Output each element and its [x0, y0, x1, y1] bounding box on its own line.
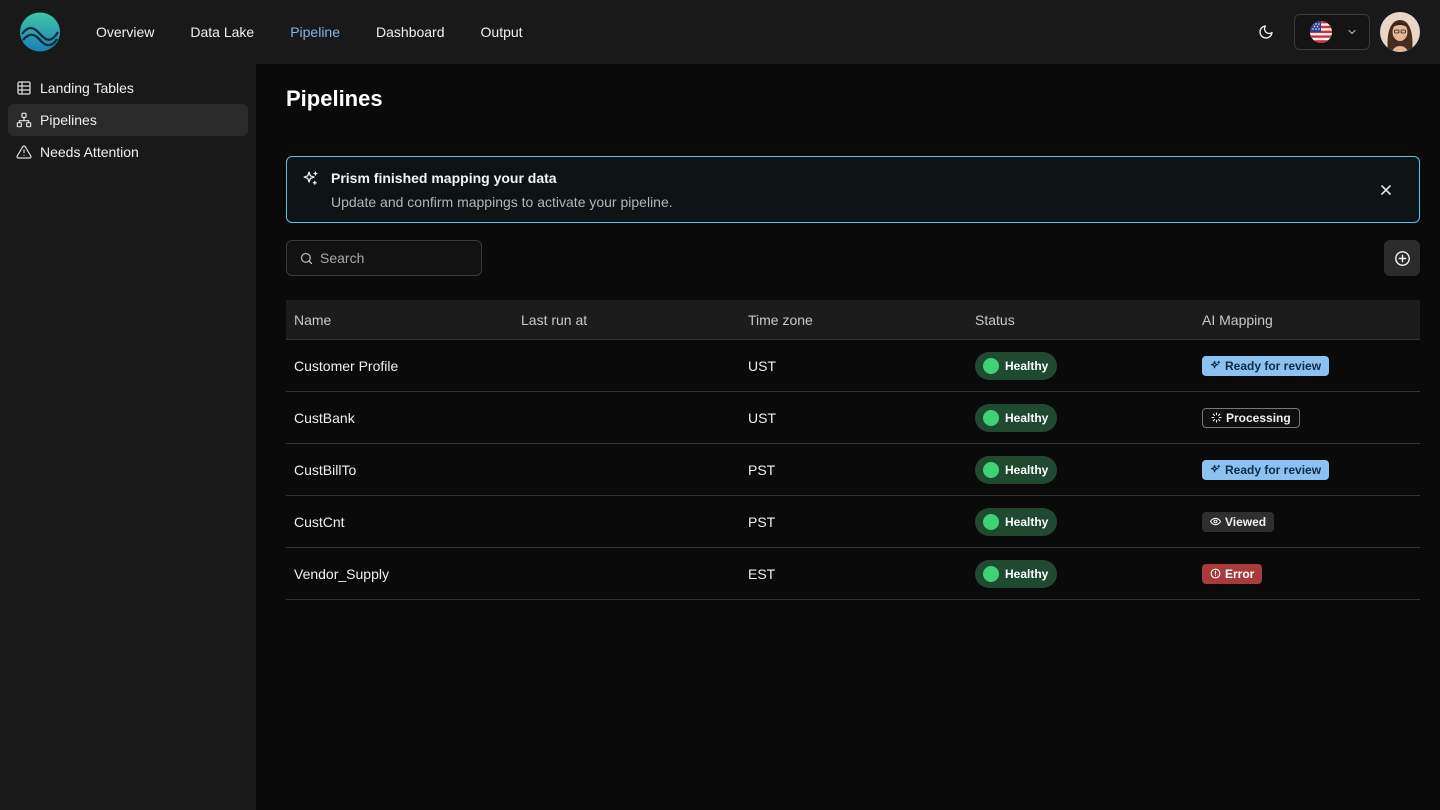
main-content: Pipelines Prism finished mapping your da… [256, 64, 1440, 810]
status-label: Healthy [1005, 410, 1049, 425]
ai-mapping-label: Ready for review [1225, 358, 1322, 373]
status-label: Healthy [1005, 358, 1049, 373]
status-dot-icon [983, 357, 999, 374]
table-row[interactable]: CustCnt PST Healthy Viewed [286, 496, 1420, 548]
ai-mapping-badge[interactable]: Ready for review [1202, 355, 1330, 376]
sidebar-item-needs-attention[interactable]: Needs Attention [8, 136, 248, 168]
language-select[interactable] [1294, 14, 1370, 50]
sparkles-icon [1210, 464, 1221, 473]
banner-subtitle: Update and confirm mappings to activate … [331, 194, 673, 210]
top-bar: Overview Data Lake Pipeline Dashboard Ou… [0, 0, 1440, 64]
alert-circle-icon [1210, 568, 1221, 579]
plus-circle-icon [1394, 250, 1410, 266]
table-header: Name Last run at Time zone Status AI Map… [286, 300, 1420, 340]
add-pipeline-button[interactable] [1384, 240, 1420, 276]
main-nav: Overview Data Lake Pipeline Dashboard Ou… [96, 0, 523, 64]
search-icon [300, 252, 313, 264]
theme-toggle-button[interactable] [1254, 20, 1278, 44]
table-icon [17, 81, 31, 95]
status-label: Healthy [1005, 514, 1049, 529]
page-title: Pipelines [286, 86, 383, 111]
ai-mapping-label: Error [1225, 566, 1255, 581]
chevron-down-icon [1348, 29, 1356, 35]
moon-icon [1259, 25, 1273, 39]
ai-mapping-label: Processing [1226, 410, 1291, 425]
banner-title: Prism finished mapping your data [331, 170, 557, 186]
table-row[interactable]: Customer Profile UST Healthy Ready for r… [286, 340, 1420, 392]
notification-banner: Prism finished mapping your data Update … [286, 156, 1420, 223]
ai-mapping-badge[interactable]: Ready for review [1202, 459, 1330, 480]
status-badge: Healthy [975, 559, 1058, 588]
network-icon [16, 112, 32, 128]
sidebar-item-landing-tables[interactable]: Landing Tables [8, 72, 248, 104]
sidebar-item-label: Needs Attention [40, 144, 139, 160]
time-zone: UST [748, 357, 776, 374]
time-zone: EST [748, 565, 776, 582]
column-header-ai-mapping[interactable]: AI Mapping [1194, 312, 1420, 328]
ai-mapping-label: Ready for review [1225, 462, 1322, 477]
ai-mapping-badge[interactable]: Error [1202, 563, 1263, 584]
time-zone: UST [748, 409, 776, 426]
nav-data-lake[interactable]: Data Lake [190, 24, 254, 40]
pipeline-name[interactable]: CustCnt [286, 514, 513, 530]
table-row[interactable]: CustBillTo PST Healthy Ready for review [286, 444, 1420, 496]
column-header-time-zone[interactable]: Time zone [740, 312, 967, 328]
close-banner-button[interactable] [1377, 181, 1395, 199]
time-zone: PST [748, 461, 776, 478]
sidebar-item-label: Pipelines [40, 112, 97, 128]
nav-output[interactable]: Output [481, 24, 523, 40]
table-row[interactable]: CustBank UST Healthy Processing [286, 392, 1420, 444]
nav-pipeline[interactable]: Pipeline [290, 24, 340, 40]
sidebar: Landing Tables Pipelines Needs Attention [0, 64, 256, 810]
status-label: Healthy [1005, 462, 1049, 477]
pipeline-name[interactable]: CustBillTo [286, 462, 513, 478]
eye-icon [1210, 517, 1221, 526]
us-flag-icon [1310, 21, 1332, 43]
pipeline-name[interactable]: Vendor_Supply [286, 566, 513, 582]
warning-icon [16, 145, 32, 159]
status-dot-icon [983, 513, 999, 530]
status-badge: Healthy [975, 507, 1058, 536]
time-zone: PST [748, 513, 776, 530]
column-header-last-run[interactable]: Last run at [513, 312, 740, 328]
app-logo[interactable] [19, 12, 61, 52]
status-label: Healthy [1005, 566, 1049, 581]
column-header-status[interactable]: Status [967, 312, 1194, 328]
nav-dashboard[interactable]: Dashboard [376, 24, 445, 40]
search-box [286, 240, 482, 276]
column-header-name[interactable]: Name [286, 312, 513, 328]
sidebar-item-pipelines[interactable]: Pipelines [8, 104, 248, 136]
status-dot-icon [983, 461, 999, 478]
close-icon [1381, 185, 1391, 195]
table-row[interactable]: Vendor_Supply EST Healthy Error [286, 548, 1420, 600]
status-badge: Healthy [975, 351, 1058, 380]
user-avatar[interactable] [1380, 12, 1420, 52]
sparkles-icon [303, 171, 318, 185]
loader-icon [1211, 412, 1222, 423]
pipeline-name[interactable]: Customer Profile [286, 358, 513, 374]
nav-overview[interactable]: Overview [96, 24, 154, 40]
pipeline-name[interactable]: CustBank [286, 410, 513, 426]
ai-mapping-badge[interactable]: Processing [1202, 407, 1300, 428]
status-dot-icon [983, 565, 999, 582]
status-dot-icon [983, 409, 999, 426]
sparkles-icon [1210, 360, 1221, 369]
status-badge: Healthy [975, 403, 1058, 432]
pipelines-table: Name Last run at Time zone Status AI Map… [286, 300, 1420, 600]
ai-mapping-badge[interactable]: Viewed [1202, 511, 1275, 532]
search-input[interactable] [320, 250, 470, 266]
ai-mapping-label: Viewed [1225, 514, 1267, 529]
status-badge: Healthy [975, 455, 1058, 484]
sidebar-item-label: Landing Tables [40, 80, 134, 96]
